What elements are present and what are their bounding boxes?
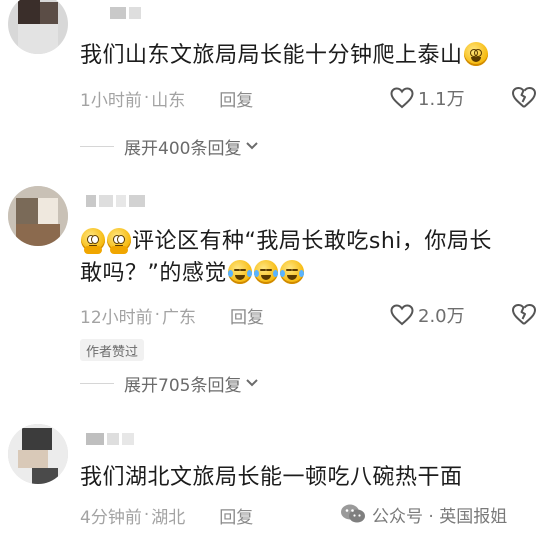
comment-time: 4分钟前 [80, 507, 142, 528]
author-liked-badge: 作者赞过 [80, 339, 145, 361]
comment-location: 广东 [162, 307, 197, 328]
watermark: 公众号 · 英国报姐 [340, 500, 507, 528]
like-button[interactable]: 1.1万 [390, 86, 465, 110]
comment-location: 山东 [151, 90, 186, 111]
comment-text-line-2: 敢吗？”的感觉 [80, 258, 540, 290]
expand-replies-button[interactable]: 展开705条回复 [80, 371, 259, 396]
separator: · [143, 88, 150, 108]
laughing-crying-icon [279, 260, 304, 284]
laughing-crying-icon [253, 260, 278, 284]
reply-button[interactable]: 回复 [230, 303, 264, 328]
watermark-text: 公众号 · 英国报姐 [372, 506, 508, 527]
begging-face-icon [107, 228, 131, 254]
comment-text: 我们山东文旅局局长能十分钟爬上泰山 [80, 40, 540, 72]
reply-button[interactable]: 回复 [219, 503, 253, 528]
comment-meta: 12小时前 · 广东 回复 [80, 303, 264, 328]
username-blurred[interactable] [86, 194, 145, 208]
chevron-down-icon [246, 379, 259, 387]
expand-label: 展开705条回复 [124, 375, 242, 396]
comment-text: 我们湖北文旅局长能一顿吃八碗热干面 [80, 465, 463, 490]
begging-face-icon [81, 228, 105, 254]
avatar[interactable] [8, 186, 68, 246]
expand-label: 展开400条回复 [124, 138, 242, 159]
chevron-down-icon [246, 142, 259, 150]
avatar[interactable] [8, 424, 68, 484]
like-button[interactable]: 2.0万 [390, 303, 465, 327]
heart-icon [390, 87, 414, 109]
divider [80, 382, 114, 384]
like-count: 2.0万 [418, 306, 465, 327]
divider [80, 145, 114, 147]
comment-location: 湖北 [151, 507, 186, 528]
reply-button[interactable]: 回复 [219, 86, 253, 111]
comment-text-line-1: 评论区有种“我局长敢吃shi，你局长 [80, 226, 540, 258]
username-blurred[interactable] [110, 6, 141, 20]
broken-heart-icon[interactable] [511, 303, 537, 327]
broken-heart-icon[interactable] [511, 86, 537, 110]
wechat-icon [341, 504, 365, 523]
expand-replies-button[interactable]: 展开400条回复 [80, 134, 259, 159]
comment-text: 评论区有种“我局长敢吃shi，你局长 敢吗？”的感觉 [80, 226, 540, 290]
avatar[interactable] [8, 0, 68, 54]
separator: · [154, 305, 161, 325]
heart-icon [390, 304, 414, 326]
laughing-crying-icon [227, 260, 252, 284]
username-blurred[interactable] [86, 432, 134, 446]
comment-time: 12小时前 [80, 307, 153, 328]
dizzy-face-icon [463, 42, 488, 66]
comment-meta: 1小时前 · 山东 回复 [80, 86, 253, 111]
like-count: 1.1万 [418, 89, 465, 110]
comment-meta: 4分钟前 · 湖北 回复 [80, 503, 253, 528]
comment-time: 1小时前 [80, 90, 142, 111]
separator: · [143, 505, 150, 525]
